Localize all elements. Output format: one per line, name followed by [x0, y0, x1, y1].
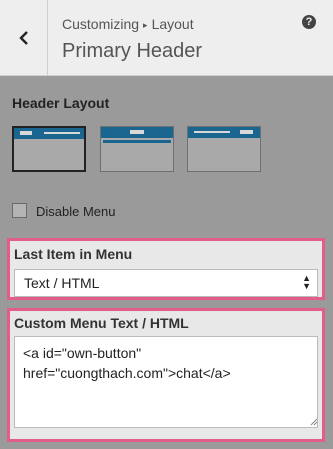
custom-menu-textarea[interactable]: <a id="own-button" href="cuongthach.com"… [14, 336, 318, 428]
breadcrumb: Customizing ▸ Layout [62, 16, 194, 32]
last-item-select[interactable]: Text / HTML ▲ ▼ [14, 269, 318, 297]
breadcrumb-root: Customizing [62, 16, 140, 32]
resize-grip-icon[interactable] [310, 418, 318, 426]
customizer-header: Customizing ▸ Layout Primary Header ? [0, 0, 333, 76]
back-button[interactable] [0, 0, 48, 75]
header-layout-label: Header Layout [12, 95, 110, 111]
custom-menu-panel: Custom Menu Text / HTML <a id="own-butto… [7, 308, 325, 442]
layout-bar [101, 127, 173, 138]
disable-menu-checkbox[interactable] [12, 203, 27, 218]
last-item-label: Last Item in Menu [14, 246, 133, 262]
last-item-value: Text / HTML [24, 275, 100, 291]
layout-option-right[interactable] [187, 126, 261, 172]
layout-option-center[interactable] [100, 126, 174, 172]
layout-option-left[interactable] [12, 126, 86, 172]
help-icon[interactable]: ? [302, 15, 316, 29]
select-arrows-icon: ▲ ▼ [302, 273, 311, 291]
chevron-left-icon [18, 30, 28, 45]
breadcrumb-section: Layout [151, 16, 194, 32]
layout-bar [14, 128, 84, 139]
breadcrumb-arrow-icon: ▸ [143, 20, 148, 30]
layout-bar [188, 127, 260, 138]
page-title: Primary Header [62, 40, 203, 62]
last-item-panel: Last Item in Menu Text / HTML ▲ ▼ [7, 238, 325, 300]
custom-menu-label: Custom Menu Text / HTML [14, 315, 189, 331]
disable-menu-label: Disable Menu [36, 204, 116, 219]
